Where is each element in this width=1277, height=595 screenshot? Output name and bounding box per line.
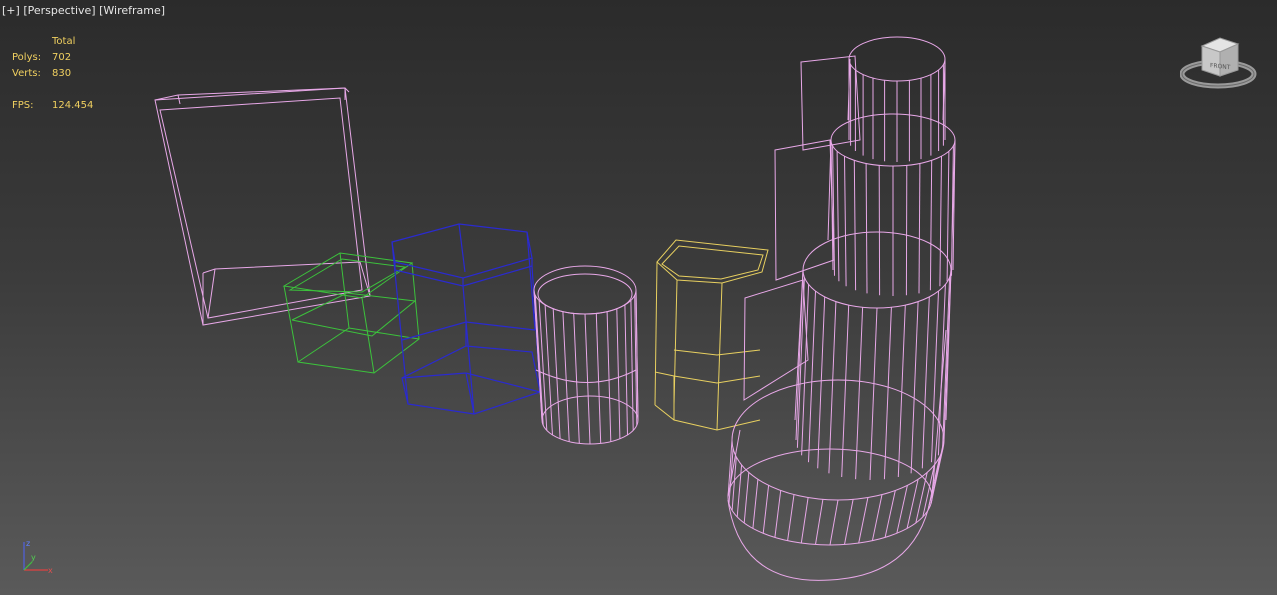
wire-edge (534, 295, 544, 426)
axis-x-label: x (48, 566, 53, 575)
wire-edge (910, 301, 919, 474)
wire-edge (595, 313, 602, 444)
yellow-octprism-wireframe[interactable] (654, 239, 769, 431)
wire-edge (630, 300, 634, 431)
wire-edge (817, 296, 826, 469)
wire-edge (829, 499, 839, 546)
wire-edge (743, 472, 750, 524)
wire-edge (883, 307, 892, 480)
viewport-canvas[interactable] (0, 0, 1277, 595)
wire-edge (841, 305, 850, 478)
wire-edge (800, 497, 809, 544)
pink-tower-wireframe[interactable] (727, 36, 956, 581)
wire-edge (844, 156, 847, 287)
wire-edge (552, 308, 561, 439)
wire-edge (795, 269, 804, 441)
wire-edge (871, 494, 883, 541)
wire-edge (752, 479, 759, 529)
wire-edge (836, 151, 840, 282)
wire-edge (562, 311, 570, 442)
wire-edge (616, 308, 621, 439)
wire-edge (624, 304, 628, 436)
wire-edge (896, 485, 908, 534)
blue-hexprism-wireframe[interactable] (391, 223, 541, 415)
wire-edge (855, 307, 864, 480)
wire-edge (828, 301, 837, 474)
pink-box-wireframe[interactable] (154, 87, 371, 326)
wire-edge (573, 313, 580, 444)
wire-edge (736, 464, 743, 517)
wire-edge (884, 490, 896, 538)
wire-edge (921, 296, 930, 469)
axis-tripod-icon: z y x (23, 539, 53, 575)
wire-edge (808, 291, 816, 463)
wire-edge (533, 289, 543, 421)
wire-edge (584, 313, 591, 445)
wire-edge (606, 311, 612, 442)
wire-edge (787, 494, 795, 541)
viewcube-icon[interactable]: FRONT (1180, 30, 1260, 94)
axis-z-label: z (26, 539, 30, 548)
wire-edge (844, 499, 854, 545)
wire-edge (918, 163, 921, 294)
wire-edge (858, 497, 869, 544)
wire-edge (853, 160, 857, 291)
wire-edge (774, 490, 782, 538)
wire-edge (762, 485, 770, 534)
wire-edge (946, 151, 950, 282)
wire-edge (815, 499, 824, 545)
wire-edge (929, 160, 933, 291)
wire-edge (865, 163, 868, 294)
wire-edge (939, 156, 942, 287)
pink-cylinder-wireframe[interactable] (533, 265, 639, 445)
axis-y-label: y (31, 553, 36, 562)
